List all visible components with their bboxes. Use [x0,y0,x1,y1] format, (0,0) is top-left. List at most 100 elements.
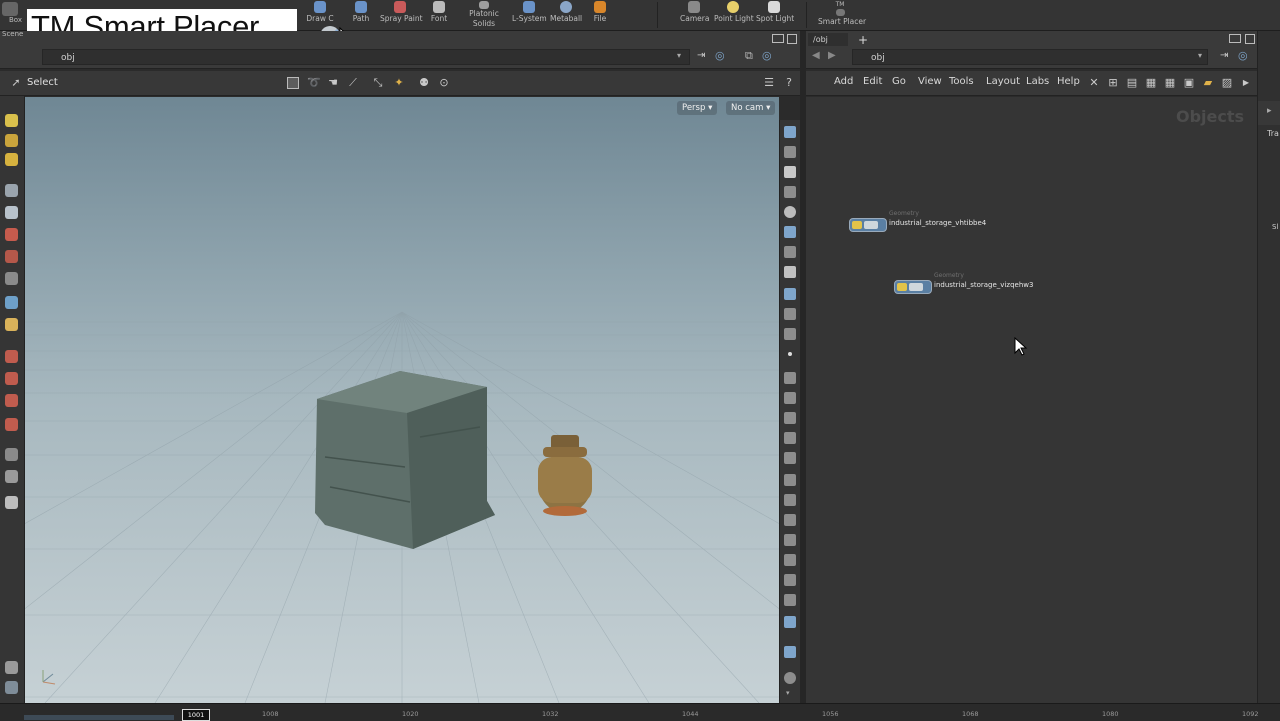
current-frame-marker[interactable]: 1001 [182,709,210,721]
help-icon[interactable]: ◎ [762,49,772,62]
menu-tools[interactable]: Tools [949,76,974,87]
normal-display-icon[interactable] [784,328,796,340]
grid-display-icon[interactable] [784,514,796,526]
primitive-icon[interactable] [784,432,796,444]
camera-menu[interactable]: No cam ▾ [726,101,776,115]
guide-icon[interactable] [784,494,796,506]
corner-icon[interactable] [784,474,796,486]
render-preview-icon[interactable] [784,616,796,628]
menu-go[interactable]: Go [892,76,906,87]
light-bulb-icon[interactable] [784,646,796,658]
menu-labs[interactable]: Labs [1026,76,1049,87]
forward-arrow-icon[interactable]: ▶ [828,50,836,61]
wrench-icon[interactable]: ✕ [1088,77,1100,89]
lock-tool-icon[interactable] [5,206,18,219]
lasso-select-icon[interactable]: ➰ [307,77,321,89]
diamond-icon[interactable] [784,534,796,546]
box-display-icon[interactable] [784,594,796,606]
vertex-icon[interactable] [784,372,796,384]
viewport-help-icon[interactable]: ? [783,77,795,89]
menu-edit[interactable]: Edit [863,76,882,87]
select-grow-icon[interactable]: ⤡ [372,77,384,89]
skull-icon[interactable] [784,266,796,278]
light-icon[interactable] [784,246,796,258]
bone-icon[interactable] [784,554,796,566]
display-icon[interactable]: ⧉ [745,49,753,63]
lock-camera-icon[interactable] [784,166,796,178]
node-body[interactable] [849,218,887,232]
maximize-pane-icon[interactable] [772,34,784,43]
sculpt-tool-icon[interactable] [5,153,18,166]
menu-view[interactable]: View [918,76,942,87]
ghost-icon[interactable] [784,146,796,158]
camera-track-icon[interactable] [5,448,18,461]
maximize-pane-icon[interactable] [1229,34,1241,43]
display-toggle-icon[interactable] [784,126,796,138]
snapshot-icon[interactable] [5,681,18,694]
image-icon[interactable]: ▨ [1221,77,1233,89]
chevron-down-icon[interactable]: ▾ [1198,51,1202,60]
pin-icon[interactable]: ⇥ [697,50,705,61]
shelf-tool-smart-placer[interactable]: TM Smart Placer [818,1,866,29]
translate-tool-icon[interactable] [5,228,18,241]
shelf-tool-spot-light[interactable]: Spot Light [756,1,794,29]
perspective-menu[interactable]: Persp ▾ [677,101,718,115]
point-dot-icon[interactable] [788,352,792,356]
snap-tool-icon[interactable] [5,394,18,407]
select-settings-icon[interactable]: ⊙ [438,77,450,89]
pose-tool-icon[interactable] [5,184,18,197]
chevron-down-icon[interactable]: ▾ [786,689,790,697]
link-icon[interactable]: ◎ [715,49,725,62]
network-editor[interactable]: Objects Geometry industrial_storage_vhti… [806,97,1257,703]
scale-tool-icon[interactable] [5,272,18,285]
select-arrow-icon[interactable]: ➚ [10,77,22,89]
chevron-right-icon[interactable]: ▶ [1240,77,1252,89]
brush-select-icon[interactable]: ☚ [327,77,339,89]
tab-tra[interactable]: Tra [1267,129,1279,138]
rotate-tool-icon[interactable] [5,250,18,263]
network-path-field[interactable]: obj [852,49,1208,65]
chevron-down-icon[interactable]: ▾ [677,51,681,60]
menu-layout[interactable]: Layout [986,76,1020,87]
timeline[interactable]: 1001 1008 1020 1032 1044 1056 1068 1080 … [0,703,1280,721]
node-body[interactable] [894,280,932,294]
shelf-tool-file[interactable]: File [590,1,610,29]
align-tool-icon[interactable] [5,318,18,331]
back-arrow-icon[interactable]: ◀ [812,50,820,61]
number-icon[interactable] [784,412,796,424]
box-select-icon[interactable] [287,77,299,89]
box-icon[interactable] [2,2,18,16]
left-path-field[interactable]: obj [42,49,690,65]
shelf-tab-scene[interactable]: Scene [2,30,23,38]
shelf-tool-metaball[interactable]: Metaball [550,1,582,29]
pane-options-icon[interactable] [1245,34,1255,44]
info-icon[interactable] [784,672,796,684]
add-tab-icon[interactable]: + [858,33,868,47]
grid-view-icon[interactable]: ▦ [1145,77,1157,89]
orbit-tool-icon[interactable] [5,372,18,385]
transform-tool-icon[interactable] [5,296,18,309]
sticky-note-icon[interactable]: ▰ [1202,77,1214,89]
zoom-tool-icon[interactable] [5,470,18,483]
display-options-icon[interactable] [5,661,18,674]
laser-select-icon[interactable]: ⟋ [347,77,359,89]
template-icon[interactable] [784,452,796,464]
magnet-snap-icon[interactable] [5,418,18,431]
point-display-icon[interactable] [784,308,796,320]
shading-icon[interactable] [784,206,796,218]
pane-options-icon[interactable] [787,34,797,44]
view-tool-icon[interactable] [5,350,18,363]
joint-icon[interactable] [784,574,796,586]
scene-viewport[interactable]: Persp ▾ No cam ▾ [25,97,779,703]
tree-view-icon[interactable]: ⊞ [1107,77,1119,89]
shelf-tool-font[interactable]: Font [428,1,450,29]
edge-icon[interactable] [784,392,796,404]
menu-add[interactable]: Add [834,76,853,87]
shelf-tool-camera[interactable]: Camera [680,1,709,29]
timeline-range-bar[interactable] [24,715,174,720]
viewport-options-icon[interactable]: ☰ [763,77,775,89]
layout-view-icon[interactable]: ▣ [1183,77,1195,89]
shelf-tool-spray-paint[interactable]: Spray Paint [380,1,423,29]
table-view-icon[interactable]: ▦ [1164,77,1176,89]
shelf-tool-point-light[interactable]: Point Light [714,1,754,29]
